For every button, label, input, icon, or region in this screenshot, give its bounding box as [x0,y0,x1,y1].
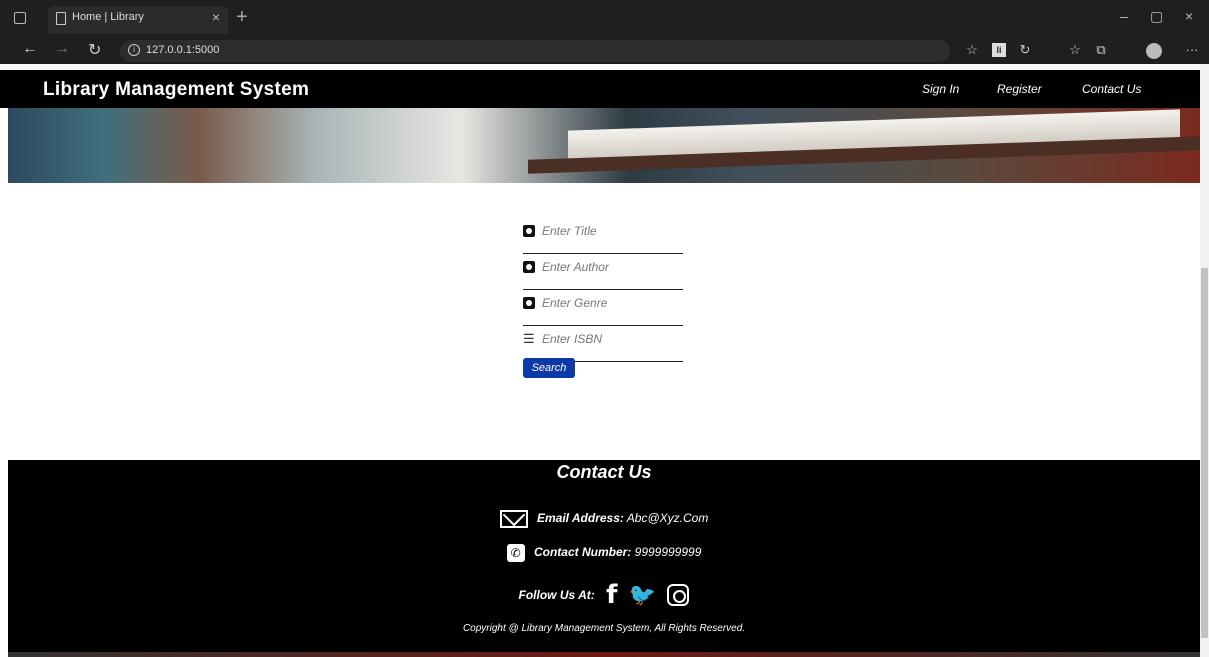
facebook-icon[interactable]: f [606,580,617,610]
book-search-form: ☰ [523,218,683,362]
twitter-icon[interactable]: 🐦 [629,583,656,608]
page-icon [56,12,66,25]
reload-icon[interactable]: ↻ [88,40,101,60]
email-value[interactable]: Abc@Xyz.Com [627,511,709,525]
site-info-icon[interactable]: i [128,44,140,56]
instagram-icon[interactable] [667,584,690,606]
isbn-input[interactable] [542,328,682,350]
extension-icon[interactable]: li [992,43,1006,57]
author-field [523,254,683,290]
more-icon[interactable]: ··· [1182,43,1202,57]
close-window-icon[interactable]: × [1185,8,1193,24]
nav-sign-in[interactable]: Sign In [922,82,959,96]
url-text: 127.0.0.1:5000 [146,44,220,56]
nav-contact-us[interactable]: Contact Us [1082,82,1141,96]
email-row: Email Address: Abc@Xyz.Com [8,510,1200,528]
forward-icon[interactable]: → [54,40,70,58]
favorites-icon[interactable]: ☆ [1068,43,1082,57]
phone-icon: ✆ [506,544,525,562]
footer-heading: Contact Us [556,462,652,482]
footer-bottom-strip [8,652,1200,657]
search-button[interactable]: Search [523,358,575,378]
tab-actions-icon[interactable] [14,12,26,24]
back-icon[interactable]: ← [22,40,38,58]
email-label: Email Address: [536,511,624,526]
genre-field [523,290,683,326]
copyright-text: Copyright @ Library Management System, A… [462,623,746,634]
minimize-icon[interactable]: – [1120,8,1128,24]
tag-icon [523,297,535,309]
book-icon [523,225,535,237]
nav-register[interactable]: Register [997,82,1042,96]
genre-input[interactable] [542,292,682,314]
browser-toolbar: ← → ↻ i 127.0.0.1:5000 ☆ li ↻ ☆ ⧉ ··· [0,38,1209,64]
title-field [523,218,683,254]
new-tab-icon[interactable]: + [236,6,248,29]
address-bar[interactable]: i 127.0.0.1:5000 [120,40,950,62]
collections-icon[interactable]: ⧉ [1094,43,1108,57]
site-navbar: Library Management System Sign In Regist… [0,70,1200,108]
follow-label: Follow Us At: [518,588,595,602]
tab-title: Home | Library [72,11,144,23]
user-icon [523,261,535,273]
site-footer: Contact Us Email Address: Abc@Xyz.Com ✆ … [8,460,1200,652]
list-icon: ☰ [523,331,535,346]
browser-tab[interactable]: Home | Library × [48,6,228,34]
phone-row: ✆ Contact Number: 9999999999 [8,544,1200,562]
close-tab-icon[interactable]: × [212,9,220,25]
author-input[interactable] [542,256,682,278]
hero-banner-image [8,108,1200,183]
browser-tabstrip: Home | Library × + – ▢ × [0,0,1209,38]
profile-avatar-icon[interactable] [1146,43,1162,59]
brand-title[interactable]: Library Management System [43,79,309,101]
favorites-star-icon[interactable]: ☆ [965,43,979,57]
isbn-field: ☰ [523,326,683,362]
follow-row: Follow Us At: f 🐦 [8,580,1200,610]
phone-value: 9999999999 [634,545,702,560]
phone-label: Contact Number: [533,545,632,560]
scrollbar-thumb[interactable] [1201,268,1208,638]
maximize-icon[interactable]: ▢ [1150,8,1163,25]
mail-icon [499,510,528,528]
title-input[interactable] [542,220,682,242]
refresh-icon[interactable]: ↻ [1018,43,1032,57]
